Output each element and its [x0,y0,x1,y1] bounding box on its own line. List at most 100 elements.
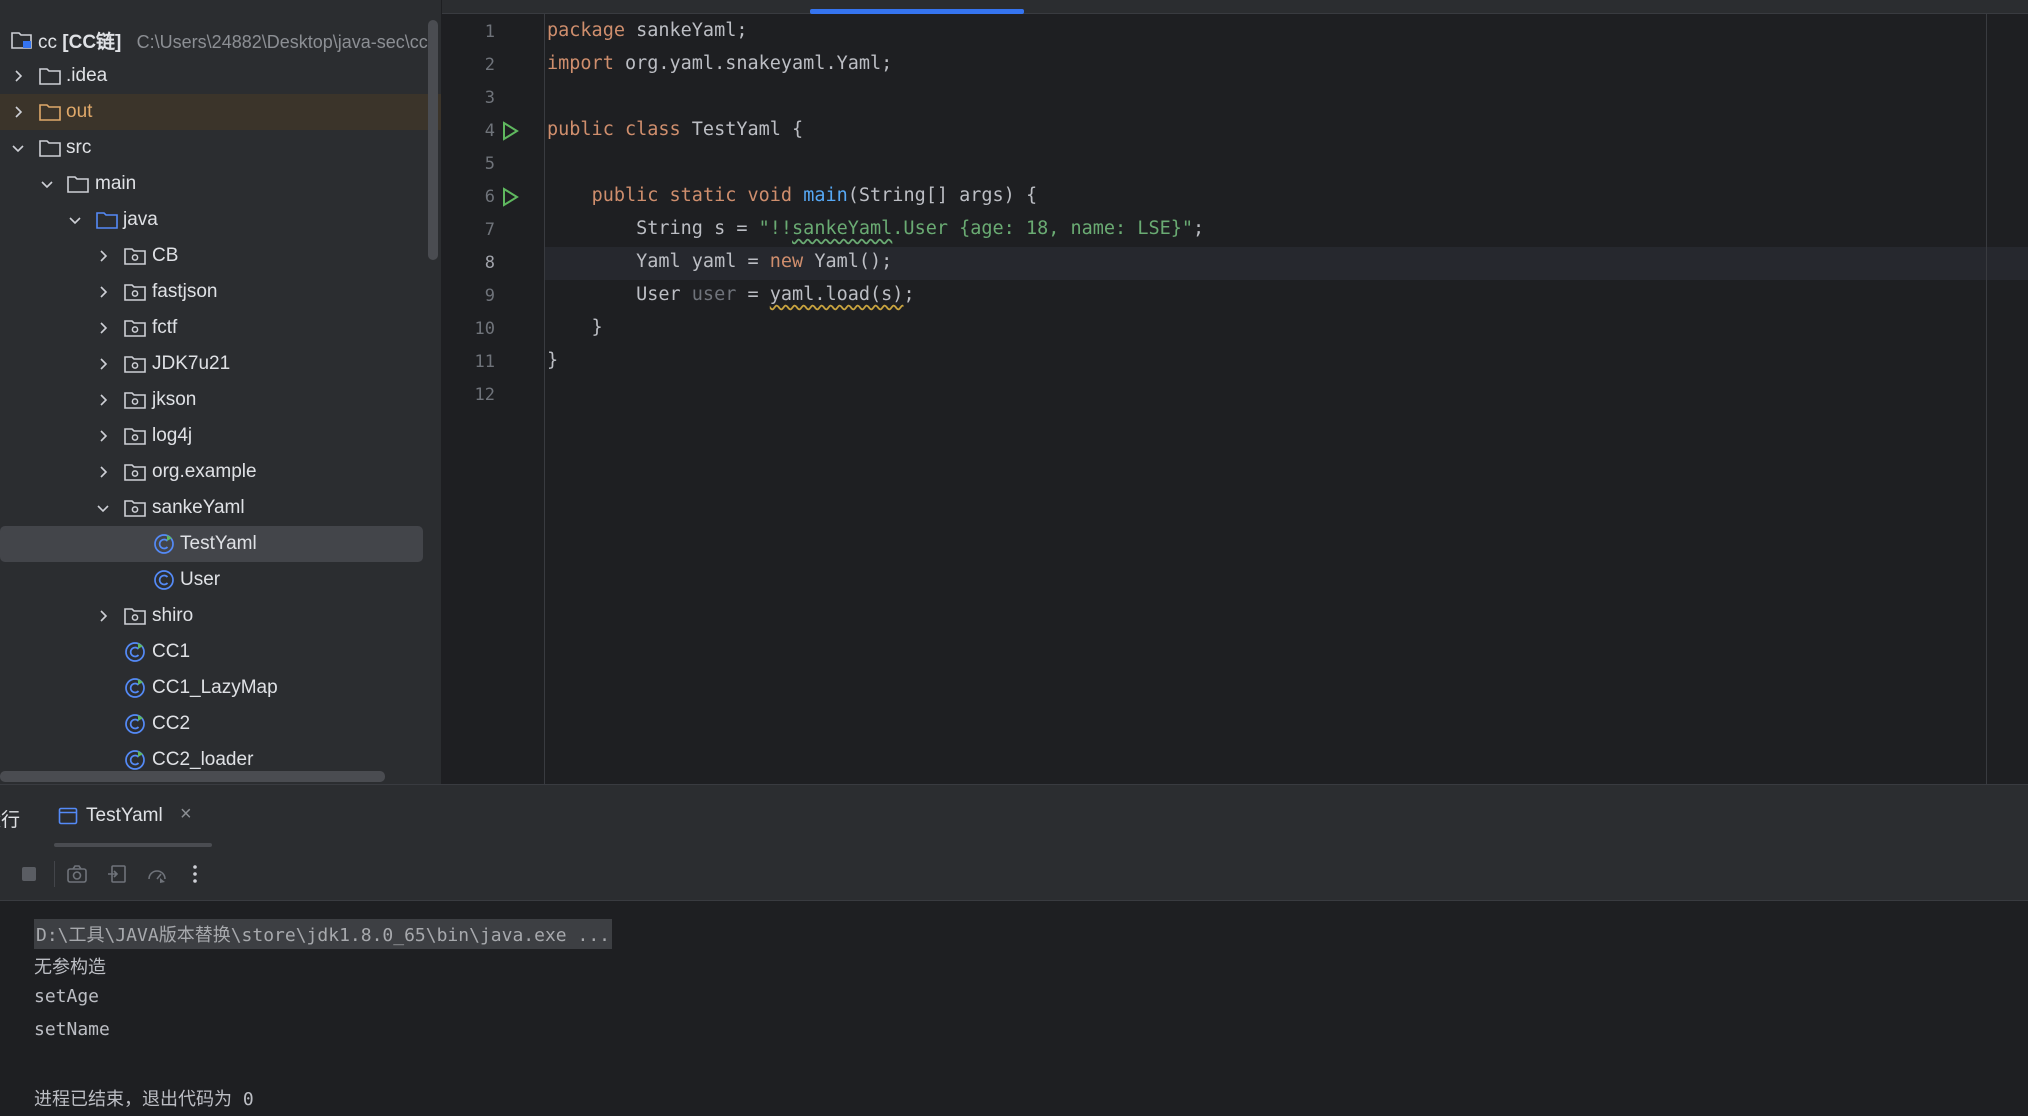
chevron-right-icon[interactable] [95,248,111,264]
chevron-right-icon[interactable] [10,104,26,120]
project-tool-window: cc [CC链] C:\Users\24882\Desktop\java-sec… [0,0,441,784]
string-literal: "!! [758,218,793,239]
tree-vertical-scrollbar[interactable] [428,20,438,260]
folder-icon [38,137,62,159]
tree-item-package-fctf[interactable]: fctf [0,310,423,346]
tree-item-package-log4j[interactable]: log4j [0,418,423,454]
tree-item-package-jdk7u21[interactable]: JDK7u21 [0,346,423,382]
line-number: 2 [484,55,495,75]
console-line: setAge [34,986,100,1007]
chevron-right-icon[interactable] [95,428,111,444]
stop-icon[interactable] [16,861,42,887]
tree-item-idea[interactable]: .idea [0,58,423,94]
string-literal: .User {age: 18, name: LSE}" [892,218,1194,239]
tree-item-package-cb[interactable]: CB [0,238,423,274]
code-line-7[interactable]: String s = "!!sankeYaml.User {age: 18, n… [547,218,1204,239]
restore-layout-icon[interactable] [104,861,130,887]
tree-item-label: CC1_LazyMap [152,677,278,698]
tree-item-out[interactable]: out [0,94,441,130]
code-text: sankeYaml; [624,20,748,41]
code-text: } [547,317,603,338]
chevron-right-icon[interactable] [10,68,26,84]
code-line-11[interactable]: } [547,350,558,371]
chevron-down-icon[interactable] [67,212,83,228]
code-line-8[interactable]: Yaml yaml = new Yaml(); [547,251,892,272]
console-line: setName [34,1019,110,1040]
code-text: ; [1193,218,1205,239]
tree-item-class-cc1[interactable]: CC1 [0,634,423,670]
tree-item-label: java [123,209,158,230]
string-literal-typo: sankeYaml [792,218,893,239]
right-margin-guide [1986,14,1987,784]
profiler-icon[interactable] [144,861,170,887]
package-icon [123,317,147,339]
unused-variable: user [691,284,737,305]
chevron-right-icon[interactable] [95,608,111,624]
tree-item-label: log4j [152,425,193,446]
project-root-module: [CC链] [62,31,122,53]
run-tool-window: 运行 TestYaml × D:\工具\JAVA版本替换\store\jdk1. [0,784,2028,1116]
close-icon[interactable]: × [180,803,192,826]
chevron-down-icon[interactable] [39,176,55,192]
run-main-gutter-icon[interactable] [500,187,520,207]
tree-item-class-testyaml[interactable]: TestYaml [0,526,423,562]
tree-item-package-fastjson[interactable]: fastjson [0,274,423,310]
run-tab-testyaml[interactable]: TestYaml × [54,785,212,847]
chevron-right-icon[interactable] [95,356,111,372]
project-root-row[interactable]: cc [CC链] C:\Users\24882\Desktop\java-sec… [0,22,428,58]
tree-item-java[interactable]: java [0,202,423,238]
package-icon [123,461,147,483]
more-icon[interactable] [182,861,208,887]
tree-item-label: shiro [152,605,194,626]
tree-item-label: User [180,569,221,590]
keyword: public class [547,119,681,140]
chevron-right-icon[interactable] [95,320,111,336]
tree-item-package-sankeyaml[interactable]: sankeYaml [0,490,423,526]
folder-icon [66,173,90,195]
tree-item-label: org.example [152,461,257,482]
tree-item-class-cc2[interactable]: CC2 [0,706,423,742]
tree-item-package-shiro[interactable]: shiro [0,598,423,634]
code-editor[interactable]: 1 2 3 4 5 6 7 8 9 10 11 12 package sanke… [442,0,2028,784]
screenshot-icon[interactable] [64,861,90,887]
code-text: ; [903,284,915,305]
tree-item-label: JDK7u21 [152,353,231,374]
editor-gutter: 1 2 3 4 5 6 7 8 9 10 11 12 [442,14,545,784]
line-number: 3 [484,88,495,108]
project-module-icon [10,29,34,51]
code-line-6[interactable]: public static void main(String[] args) { [547,185,1038,206]
code-line-1[interactable]: package sankeYaml; [547,20,748,41]
code-text: = [736,284,770,305]
keyword: import [547,53,614,74]
code-line-2[interactable]: import org.yaml.snakeyaml.Yaml; [547,53,892,74]
console-output[interactable]: D:\工具\JAVA版本替换\store\jdk1.8.0_65\bin\jav… [0,901,2028,1116]
chevron-right-icon[interactable] [95,464,111,480]
console-window-icon [58,807,78,825]
console-command-line[interactable]: D:\工具\JAVA版本替换\store\jdk1.8.0_65\bin\jav… [34,919,612,949]
package-icon [123,605,147,627]
code-line-10[interactable]: } [547,317,603,338]
code-text: } [547,350,559,371]
tree-item-src[interactable]: src [0,130,423,166]
tree-item-package-jkson[interactable]: jkson [0,382,423,418]
line-number: 4 [484,121,495,141]
chevron-right-icon[interactable] [95,284,111,300]
runnable-class-icon [123,641,147,663]
tree-item-class-user[interactable]: User [0,562,423,598]
chevron-right-icon[interactable] [95,392,111,408]
chevron-down-icon[interactable] [95,500,111,516]
tree-item-label: fctf [152,317,178,338]
line-number: 5 [484,154,495,174]
tree-item-package-org-example[interactable]: org.example [0,454,423,490]
tree-item-main[interactable]: main [0,166,423,202]
package-icon [123,281,147,303]
run-class-gutter-icon[interactable] [500,121,520,141]
code-line-9[interactable]: User user = yaml.load(s); [547,284,915,305]
tree-horizontal-scrollbar[interactable] [0,771,385,782]
tree-item-class-cc1-lazymap[interactable]: CC1_LazyMap [0,670,423,706]
code-line-4[interactable]: public class TestYaml { [547,119,803,140]
chevron-down-icon[interactable] [10,140,26,156]
tree-item-label: main [95,173,137,194]
keyword: new [769,251,804,272]
